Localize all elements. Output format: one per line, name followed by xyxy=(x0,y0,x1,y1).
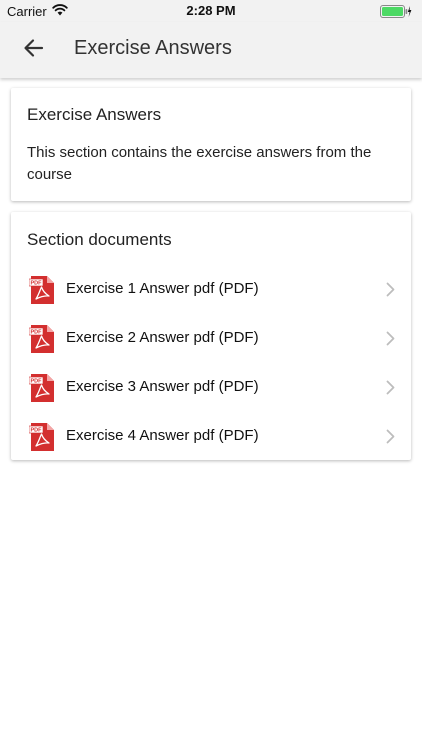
svg-text:PDF: PDF xyxy=(31,428,43,434)
document-label: Exercise 1 Answer pdf (PDF) xyxy=(66,280,259,297)
app-screen: Carrier 2:28 PM Exercise Answers Exercis… xyxy=(0,0,422,750)
document-item-3[interactable]: PDF Exercise 3 Answer pdf (PDF) xyxy=(11,363,411,412)
status-bar: Carrier 2:28 PM xyxy=(0,0,422,22)
document-item-2[interactable]: PDF Exercise 2 Answer pdf (PDF) xyxy=(11,314,411,363)
document-list: PDF Exercise 1 Answer pdf (PDF) PDF Exer… xyxy=(11,265,411,461)
section-info-card: Exercise Answers This section contains t… xyxy=(11,88,411,201)
chevron-right-icon xyxy=(386,282,395,302)
document-label: Exercise 2 Answer pdf (PDF) xyxy=(66,329,259,346)
svg-text:PDF: PDF xyxy=(31,330,43,336)
document-item-4[interactable]: PDF Exercise 4 Answer pdf (PDF) xyxy=(11,412,411,461)
documents-heading: Section documents xyxy=(27,230,172,249)
document-label: Exercise 3 Answer pdf (PDF) xyxy=(66,378,259,395)
pdf-icon: PDF xyxy=(28,422,55,452)
chevron-right-icon xyxy=(386,331,395,351)
section-description: This section contains the exercise answe… xyxy=(27,144,372,183)
page-title: Exercise Answers xyxy=(74,37,232,59)
app-bar: Exercise Answers xyxy=(0,22,422,78)
battery-icon xyxy=(380,5,412,21)
pdf-icon: PDF xyxy=(28,275,55,305)
chevron-right-icon xyxy=(386,380,395,400)
svg-text:PDF: PDF xyxy=(31,379,43,385)
pdf-icon: PDF xyxy=(28,373,55,403)
section-title: Exercise Answers xyxy=(27,105,162,124)
status-time: 2:28 PM xyxy=(186,3,236,18)
back-button[interactable] xyxy=(16,34,50,66)
arrow-left-icon xyxy=(22,37,44,64)
document-item-1[interactable]: PDF Exercise 1 Answer pdf (PDF) xyxy=(11,265,411,314)
pdf-icon: PDF xyxy=(28,324,55,354)
svg-text:PDF: PDF xyxy=(31,281,43,287)
chevron-right-icon xyxy=(386,429,395,449)
document-label: Exercise 4 Answer pdf (PDF) xyxy=(66,427,259,444)
section-documents-card: Section documents PDF Exercise 1 Answer … xyxy=(11,212,411,460)
